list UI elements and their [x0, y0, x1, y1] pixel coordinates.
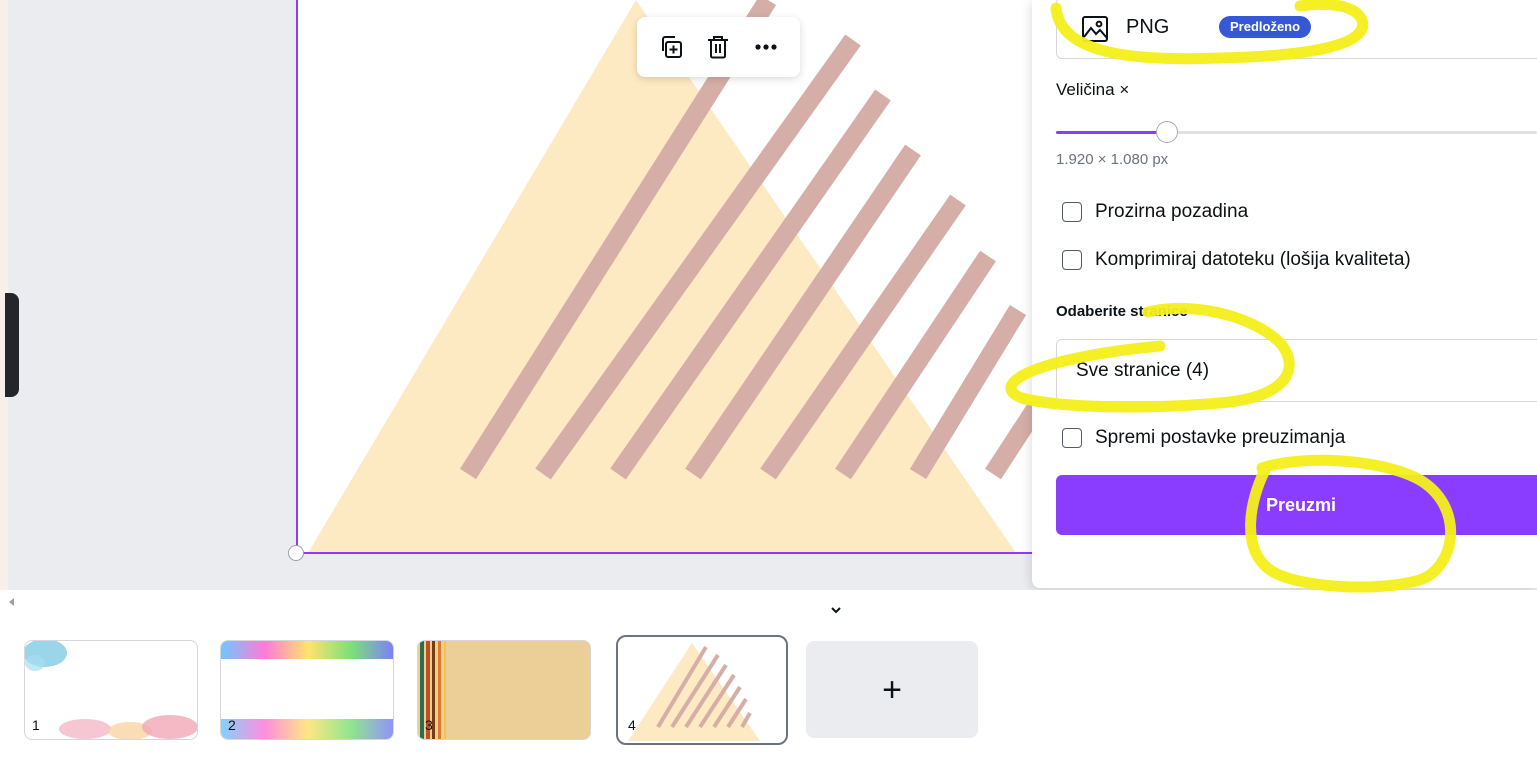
transparent-background-option[interactable]: Prozirna pozadina: [1062, 200, 1248, 224]
selection-border-left: [296, 0, 298, 554]
page-4-preview: [628, 643, 760, 741]
download-button[interactable]: Preuzmi: [1056, 475, 1537, 535]
page-number: 2: [228, 717, 236, 733]
save-settings-label: Spremi postavke preuzimanja: [1095, 427, 1346, 448]
page-1-preview: [25, 641, 197, 739]
suggested-badge: Predloženo: [1219, 16, 1312, 38]
duplicate-page-button[interactable]: [653, 29, 689, 65]
page-number: 3: [425, 717, 433, 733]
size-label: Veličina ×: [1056, 80, 1130, 99]
page-thumbnail-3[interactable]: 3: [417, 640, 591, 740]
resize-handle-bottom-left[interactable]: [288, 545, 304, 561]
selection-border-bottom: [296, 552, 1040, 554]
transparent-background-label: Prozirna pozadina: [1095, 201, 1249, 222]
collapse-pages-button[interactable]: [783, 597, 889, 627]
scroll-left-icon[interactable]: [8, 597, 16, 607]
triangle-stripes-design: [308, 0, 1038, 553]
select-pages-value: Sve stranice (4): [1076, 360, 1210, 381]
page-thumbnail-1[interactable]: 1: [24, 640, 198, 740]
compress-file-label: Komprimiraj datoteku (lošija kvaliteta): [1095, 249, 1411, 270]
add-page-button[interactable]: +: [806, 641, 978, 738]
save-settings-option[interactable]: Spremi postavke preuzimanja: [1062, 426, 1345, 450]
more-options-button[interactable]: [748, 29, 784, 65]
save-settings-checkbox[interactable]: [1062, 428, 1082, 448]
compress-file-option[interactable]: Komprimiraj datoteku (lošija kvaliteta): [1062, 248, 1411, 272]
page-number: 1: [32, 717, 40, 733]
page-3-preview: [420, 641, 446, 739]
duplicate-page-icon: [661, 36, 682, 58]
page-toolbar: [637, 17, 800, 77]
download-panel: PNG Predloženo Veličina × 1.920 × 1.080 …: [1032, 0, 1537, 588]
compress-file-checkbox[interactable]: [1062, 250, 1082, 270]
page-2-preview: [221, 641, 393, 739]
size-slider-fill: [1056, 131, 1167, 134]
size-slider-thumb[interactable]: [1155, 121, 1178, 143]
file-type-label: PNG: [1126, 16, 1170, 38]
more-options-icon: [755, 44, 777, 50]
page-thumbnail-2[interactable]: 2: [220, 640, 394, 740]
design-canvas[interactable]: [298, 0, 1038, 553]
side-panel-toggle[interactable]: [5, 293, 19, 397]
delete-page-button[interactable]: [700, 29, 736, 65]
chevron-down-icon: [831, 607, 841, 614]
page-number: 4: [628, 717, 636, 733]
select-pages-dropdown[interactable]: Sve stranice (4): [1056, 339, 1537, 402]
select-pages-label: Odaberite stranice: [1056, 303, 1188, 320]
dimensions-text: 1.920 × 1.080 px: [1056, 151, 1169, 168]
trash-icon: [708, 36, 729, 59]
transparent-background-checkbox[interactable]: [1062, 202, 1082, 222]
image-icon: [1082, 16, 1108, 42]
file-type-select[interactable]: PNG Predloženo: [1056, 0, 1537, 59]
plus-icon: +: [882, 670, 902, 709]
page-thumbnail-4[interactable]: 4: [620, 639, 784, 741]
